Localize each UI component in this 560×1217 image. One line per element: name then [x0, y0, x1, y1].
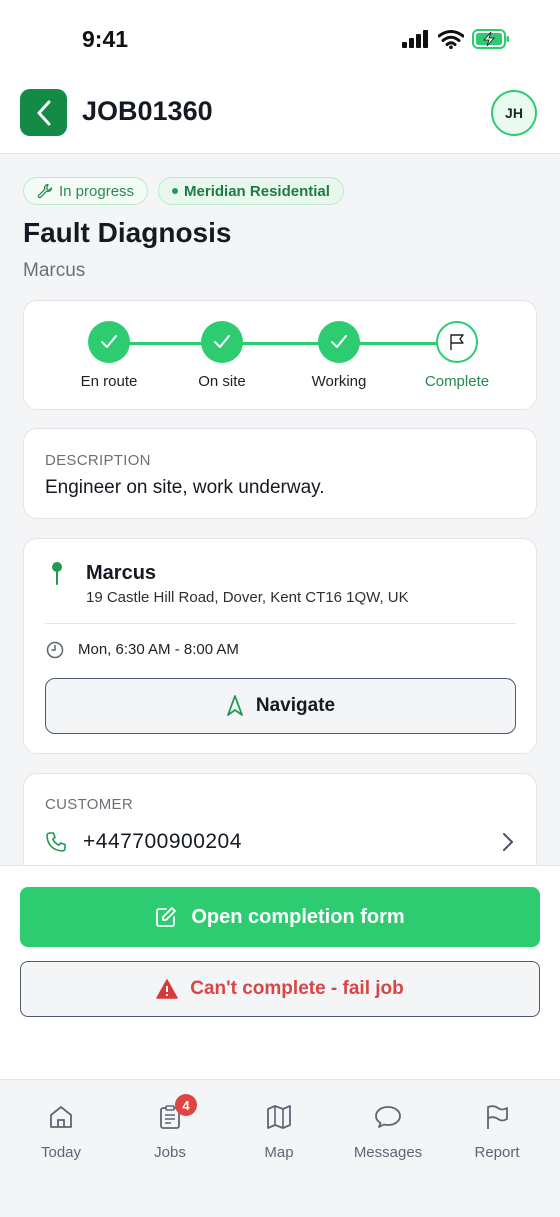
- step-label: Working: [311, 373, 367, 390]
- step-working: Working: [284, 321, 394, 390]
- phone-icon: [46, 832, 66, 852]
- step-on-site: On site: [167, 321, 277, 390]
- tab-map[interactable]: Map: [229, 1102, 329, 1161]
- wifi-icon: [438, 29, 464, 49]
- description-card: DESCRIPTION Engineer on site, work under…: [23, 428, 537, 519]
- tab-label: Map: [264, 1144, 294, 1161]
- step-complete: Complete: [402, 321, 512, 390]
- edit-icon: [156, 907, 177, 927]
- description-label: DESCRIPTION: [45, 452, 151, 469]
- fail-button-label: Can't complete - fail job: [190, 978, 404, 999]
- customer-card[interactable]: CUSTOMER +447700900204: [23, 773, 537, 865]
- client-chip: Meridian Residential: [158, 177, 344, 205]
- appointment-time: Mon, 6:30 AM - 8:00 AM: [78, 641, 239, 658]
- chip-row: In progress Meridian Residential: [23, 177, 344, 205]
- open-completion-form-button[interactable]: Open completion form: [20, 887, 540, 947]
- progress-stepper: En route On site Working Complete: [23, 300, 537, 410]
- page-title: Fault Diagnosis: [23, 217, 232, 248]
- location-card: Marcus 19 Castle Hill Road, Dover, Kent …: [23, 538, 537, 754]
- map-icon: [267, 1105, 291, 1129]
- job-detail-content[interactable]: In progress Meridian Residential Fault D…: [0, 155, 560, 865]
- flag-icon: [487, 1105, 508, 1129]
- jobs-count-badge: 4: [175, 1094, 197, 1116]
- check-icon: [214, 335, 230, 348]
- check-icon: [101, 335, 117, 348]
- tab-jobs[interactable]: 4 Jobs: [120, 1094, 220, 1161]
- fail-job-button[interactable]: Can't complete - fail job: [20, 961, 540, 1017]
- primary-button-label: Open completion form: [191, 905, 405, 928]
- tab-today[interactable]: Today: [11, 1102, 111, 1161]
- clock-icon: [46, 641, 64, 659]
- flag-icon: [450, 334, 464, 350]
- status-chip: In progress: [23, 177, 149, 205]
- job-number-title: JOB01360: [82, 96, 213, 126]
- status-icons: [402, 29, 510, 49]
- tab-label: Messages: [353, 1144, 423, 1161]
- tab-messages[interactable]: Messages: [338, 1102, 438, 1161]
- check-icon: [331, 335, 347, 348]
- tab-label: Jobs: [154, 1144, 186, 1161]
- warning-triangle-icon: [156, 979, 178, 999]
- status-bar: 9:41: [0, 0, 560, 82]
- customer-label: CUSTOMER: [45, 796, 133, 813]
- battery-charging-icon: [472, 29, 509, 49]
- wrench-icon: [37, 183, 53, 199]
- navigation-arrow-icon: [226, 695, 243, 716]
- action-panel: Open completion form Can't complete - fa…: [0, 865, 560, 1079]
- client-chip-label: Meridian Residential: [184, 182, 330, 200]
- home-icon: [50, 1106, 72, 1128]
- tab-label: Report: [474, 1144, 520, 1161]
- location-name: Marcus: [86, 562, 157, 584]
- status-time: 9:41: [82, 26, 129, 52]
- map-pin-icon: [52, 562, 62, 585]
- tab-report[interactable]: Report: [447, 1102, 547, 1161]
- navigate-button[interactable]: Navigate: [45, 678, 516, 734]
- divider: [45, 623, 516, 624]
- step-circle: [88, 321, 130, 363]
- step-label: En route: [80, 373, 138, 390]
- app-header: JOB01360 JH: [0, 82, 560, 154]
- step-label: Complete: [424, 373, 490, 390]
- dot-icon: [172, 188, 179, 194]
- step-en-route: En route: [54, 321, 164, 390]
- step-label: On site: [198, 373, 246, 390]
- chat-bubble-icon: [375, 1106, 401, 1128]
- chevron-right-icon: [503, 833, 513, 851]
- description-text: Engineer on site, work underway.: [45, 477, 325, 498]
- navigate-label: Navigate: [255, 695, 336, 716]
- step-circle-current: [436, 321, 478, 363]
- signal-icon: [402, 30, 428, 48]
- bottom-tab-bar: Today 4 Jobs Map Messages Report: [0, 1079, 560, 1217]
- status-chip-label: In progress: [59, 182, 135, 200]
- tab-label: Today: [40, 1144, 82, 1161]
- job-subtitle: Marcus: [23, 260, 86, 281]
- customer-phone[interactable]: +447700900204: [83, 830, 242, 854]
- avatar[interactable]: JH: [491, 90, 537, 136]
- step-circle: [318, 321, 360, 363]
- step-circle: [201, 321, 243, 363]
- location-address: 19 Castle Hill Road, Dover, Kent CT16 1Q…: [86, 589, 409, 606]
- back-button[interactable]: [20, 89, 67, 136]
- chevron-left-icon: [37, 100, 50, 125]
